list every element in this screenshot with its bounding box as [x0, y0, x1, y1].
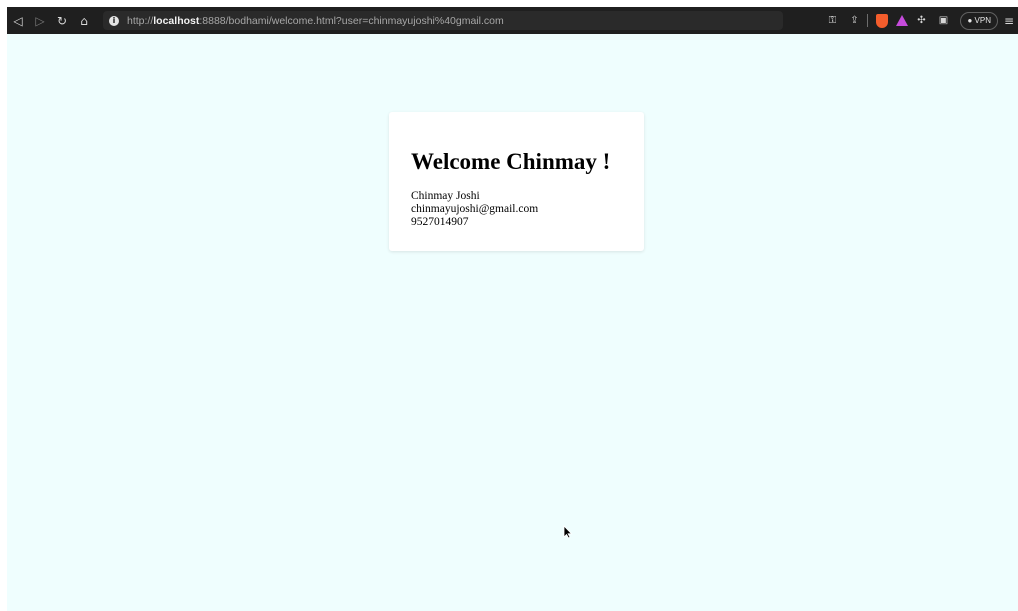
- vpn-label: VPN: [974, 16, 991, 25]
- forward-icon[interactable]: ▷: [29, 11, 51, 31]
- info-icon[interactable]: i: [109, 15, 119, 26]
- key-icon[interactable]: ⚿: [823, 12, 841, 30]
- url-rest: :8888/bodhami/welcome.html?user=chinmayu…: [199, 14, 504, 27]
- welcome-heading: Welcome Chinmay !: [411, 149, 611, 174]
- mouse-cursor-icon: [563, 525, 573, 539]
- share-icon[interactable]: ⇪: [845, 12, 863, 30]
- brave-icon[interactable]: [876, 13, 889, 28]
- user-email: chinmayujoshi@gmail.com: [411, 203, 539, 215]
- user-phone: 9527014907: [411, 216, 469, 228]
- rewards-icon[interactable]: [896, 15, 909, 26]
- welcome-card: Welcome Chinmay ! Chinmay Joshi chinmayu…: [389, 112, 644, 251]
- reload-icon[interactable]: ↻: [51, 11, 73, 31]
- wallet-icon[interactable]: ▣: [934, 12, 952, 30]
- back-icon[interactable]: ◁: [7, 11, 29, 31]
- url-host: localhost: [153, 14, 200, 27]
- home-icon[interactable]: ⌂: [73, 11, 95, 31]
- browser-window: ◁ ▷ ↻ ⌂ i http://localhost:8888/bodhami/…: [7, 7, 1018, 611]
- toolbar-separator: [867, 14, 869, 27]
- extensions-icon[interactable]: ✣: [912, 12, 930, 30]
- menu-icon[interactable]: ≡: [1004, 14, 1014, 28]
- user-name: Chinmay Joshi: [411, 190, 480, 202]
- browser-toolbar: ◁ ▷ ↻ ⌂ i http://localhost:8888/bodhami/…: [7, 7, 1018, 34]
- browser-actions: ⚿ ⇪ ✣ ▣ ● VPN ≡: [819, 7, 1018, 34]
- url-text[interactable]: http://localhost:8888/bodhami/welcome.ht…: [127, 15, 504, 27]
- vpn-button[interactable]: ● VPN: [960, 11, 998, 30]
- address-bar[interactable]: i http://localhost:8888/bodhami/welcome.…: [103, 11, 783, 30]
- vpn-status-icon: ●: [967, 16, 975, 25]
- url-prefix: http://: [127, 14, 154, 27]
